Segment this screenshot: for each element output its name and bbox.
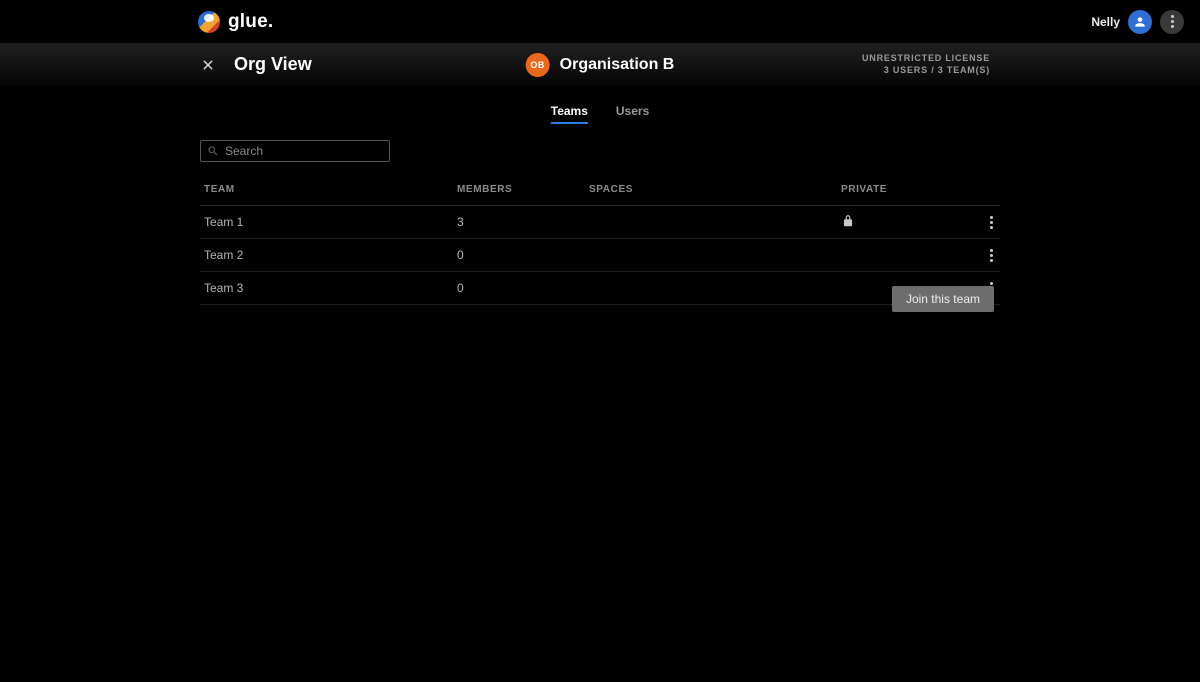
org-name: Organisation B <box>560 56 675 74</box>
cell-actions <box>961 249 1004 262</box>
search-field[interactable] <box>200 140 390 162</box>
license-count: 3 USERS / 3 TEAM(S) <box>862 65 990 77</box>
join-team-menu-item[interactable]: Join this team <box>892 286 994 312</box>
col-private: PRIVATE <box>841 184 961 195</box>
tabs: Teams Users <box>0 86 1200 136</box>
avatar[interactable] <box>1128 10 1152 34</box>
org-badge: OB <box>526 53 550 77</box>
page-title: Org View <box>234 54 312 75</box>
org-header: OB Organisation B <box>526 53 675 77</box>
cell-private <box>841 214 961 231</box>
brand-name: glue. <box>228 11 273 33</box>
table-head: TEAM MEMBERS SPACES PRIVATE <box>200 184 1000 206</box>
col-team: TEAM <box>204 184 457 195</box>
col-spaces: SPACES <box>589 184 841 195</box>
brand[interactable]: glue. <box>198 11 273 33</box>
person-icon <box>1133 15 1147 29</box>
cell-actions <box>961 216 1004 229</box>
row-menu-button[interactable] <box>984 216 998 229</box>
license-info: UNRESTRICTED LICENSE 3 USERS / 3 TEAM(S) <box>862 53 990 76</box>
close-icon <box>201 58 215 72</box>
cell-team: Team 3 <box>204 281 457 295</box>
close-button[interactable] <box>200 57 216 73</box>
cell-members: 3 <box>457 215 589 229</box>
cell-members: 0 <box>457 281 589 295</box>
search-input[interactable] <box>225 144 383 158</box>
search-icon <box>207 145 219 157</box>
tab-teams[interactable]: Teams <box>551 104 588 124</box>
topbar-menu-button[interactable] <box>1160 10 1184 34</box>
table-row[interactable]: Team 30 <box>200 272 1000 305</box>
table-body: Team 13Team 20Team 30 <box>200 206 1000 305</box>
tab-users[interactable]: Users <box>616 104 649 124</box>
more-vertical-icon <box>1171 15 1174 28</box>
glue-logo-icon <box>198 11 220 33</box>
table-row[interactable]: Team 13 <box>200 206 1000 239</box>
content: TEAM MEMBERS SPACES PRIVATE Team 13Team … <box>0 136 1200 305</box>
topbar: glue. Nelly <box>0 0 1200 43</box>
subheader: Org View OB Organisation B UNRESTRICTED … <box>0 43 1200 86</box>
cell-team: Team 1 <box>204 215 457 229</box>
cell-members: 0 <box>457 248 589 262</box>
user-name: Nelly <box>1091 15 1120 29</box>
user-cluster: Nelly <box>1091 10 1188 34</box>
lock-icon <box>841 217 855 231</box>
license-type: UNRESTRICTED LICENSE <box>862 53 990 65</box>
row-menu-button[interactable] <box>984 249 998 262</box>
table-row[interactable]: Team 20 <box>200 239 1000 272</box>
cell-team: Team 2 <box>204 248 457 262</box>
col-members: MEMBERS <box>457 184 589 195</box>
